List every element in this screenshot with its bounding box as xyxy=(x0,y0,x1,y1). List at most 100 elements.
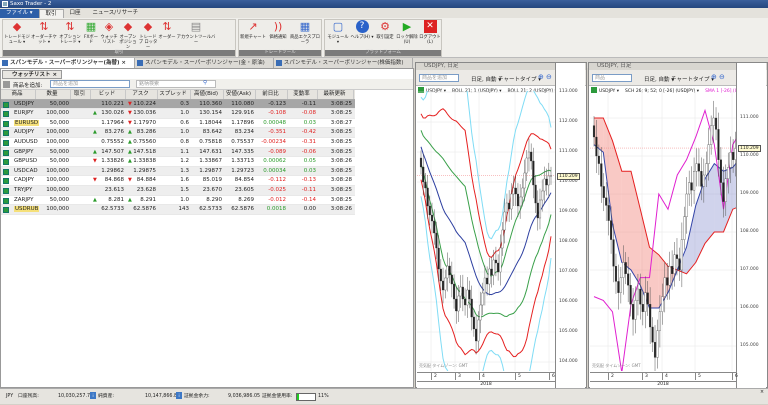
table-row[interactable]: AUDUSD 100,000 0.75552 0.75560 0.8 0.75818 0.7… xyxy=(1,138,355,148)
ribbon-button-order[interactable]: ⇅ オーダー xyxy=(158,20,176,40)
candle xyxy=(430,214,434,222)
table-row[interactable]: GBPJPY 50,000 147.507 147.518 1.1 147.631 147.… xyxy=(1,147,355,158)
table-row[interactable]: CADJPY 100,000 84.868 84.884 1.6 85.019 84.854… xyxy=(1,176,355,186)
table-row[interactable]: GBPUSD 50,000 1.33826 1.33838 1.2 1.33867 1.33… xyxy=(1,157,355,167)
zoom-out-icon[interactable]: ⊖ xyxy=(719,73,725,81)
ribbon-button-instrument-explorer[interactable]: ▦ 商品エクスプローラ xyxy=(290,20,320,45)
column-header[interactable]: 商品 xyxy=(1,90,36,99)
trade-icon[interactable] xyxy=(3,187,9,194)
column-header[interactable]: 最新更新 xyxy=(318,90,354,99)
trade-icon[interactable] xyxy=(3,130,9,137)
chart-type-dropdown[interactable]: チャートタイプ ▾ xyxy=(671,75,714,83)
x-tick-label: 4 xyxy=(665,374,668,379)
close-icon[interactable]: × xyxy=(760,385,764,401)
column-header[interactable]: アスク xyxy=(126,90,158,99)
menu-news[interactable]: ニュース/リサーチ xyxy=(87,9,145,18)
ribbon-button-trade-settings[interactable]: ⚙ 取引設定 xyxy=(374,20,396,40)
chart-search-input[interactable]: 商品 xyxy=(592,74,632,82)
ribbon-button-trade-module[interactable]: ◆ トレードモジュール ▾ xyxy=(4,20,30,45)
table-row[interactable]: AUDJPY 100,000 83.276 83.286 1.0 83.642 83.234… xyxy=(1,128,355,138)
info-icon[interactable]: i xyxy=(90,392,96,399)
column-header[interactable]: 変動率 xyxy=(288,90,318,99)
cell-low: 8.269 xyxy=(238,196,254,203)
column-header[interactable]: 前日比 xyxy=(256,90,288,99)
ribbon-button-unlock[interactable]: ▶ ロック解除(U) xyxy=(396,20,418,45)
chart-search-input[interactable]: 商品を追加 xyxy=(419,74,459,82)
ribbon-button-order-ticket[interactable]: ⇅ オーダーチケット ▾ xyxy=(30,20,58,45)
ribbon-button-chart[interactable]: ↗ 新規チャート xyxy=(240,20,266,40)
column-header[interactable]: 高値(Bid) xyxy=(191,90,224,99)
ribbon-button-fx-board[interactable]: ▦ FXボード xyxy=(82,20,100,45)
grid-menu-icon[interactable] xyxy=(3,81,10,88)
zoom-out-icon[interactable]: ⊖ xyxy=(546,73,552,81)
candle xyxy=(461,286,464,300)
column-header[interactable]: 取引 xyxy=(71,90,91,99)
ribbon-button-option-trade[interactable]: ⇅ オプショントレード ▾ xyxy=(58,20,82,45)
close-tab-icon[interactable]: × xyxy=(121,60,126,66)
doc-tab-index[interactable]: スパンモデル・スーパーボリンジャー(株価指数) xyxy=(274,58,413,68)
add-instrument-input[interactable]: 商品を追加 xyxy=(50,80,130,88)
candle xyxy=(479,304,482,321)
ribbon-button-trade-blotter[interactable]: ◆ トレードブ ロッター xyxy=(138,20,158,50)
trade-icon[interactable] xyxy=(3,178,9,185)
ribbon-button-price-alert[interactable]: )) 価格通知 xyxy=(266,20,290,40)
table-row[interactable]: USDJPY 50,000 110.221 110.224 0.3 110.360 110.… xyxy=(1,99,355,110)
y-tick-label: 105.000 xyxy=(559,329,578,334)
candle xyxy=(514,187,517,195)
candle xyxy=(729,152,732,168)
order-icon: ⇅ xyxy=(162,20,172,33)
trade-icon[interactable] xyxy=(3,120,9,127)
table-row[interactable]: USDRUB 100,000 62.5733 62.5876 143 62.5733 62.… xyxy=(1,205,355,215)
zoom-in-icon[interactable]: ⊕ xyxy=(711,73,717,81)
filter-search-icon[interactable]: ⚲ xyxy=(203,80,207,86)
trade-icon[interactable] xyxy=(3,197,9,204)
doc-tab-gold-oil[interactable]: スパンモデル・スーパーボリンジャー(金・原油) xyxy=(135,58,274,68)
trade-icon[interactable] xyxy=(3,168,9,175)
table-row[interactable]: EURUSD 50,000 1.17964 1.17970 0.6 1.18044 1.17… xyxy=(1,119,355,129)
candle xyxy=(477,319,480,342)
watchlist-tab[interactable]: ウォッチリスト × xyxy=(2,70,62,79)
menu-account[interactable]: 口座 xyxy=(64,9,87,18)
cell-high: 8.290 xyxy=(206,196,222,203)
column-header[interactable]: ビッド xyxy=(91,90,126,99)
close-icon[interactable]: × xyxy=(52,72,57,78)
logout-icon: ✕ xyxy=(423,20,437,33)
column-header[interactable]: 安値(Ask) xyxy=(224,90,256,99)
symbol: AUDJPY xyxy=(14,129,35,136)
candle xyxy=(690,182,693,191)
table-row[interactable]: USDCAD 100,000 1.29862 1.29875 1.3 1.29877 1.2… xyxy=(1,166,355,177)
table-row[interactable]: EURJPY 100,000 130.026 130.036 1.0 130.154 129… xyxy=(1,109,355,119)
trade-icon[interactable] xyxy=(3,139,9,146)
candle xyxy=(481,292,484,306)
x-tick-label: 5 xyxy=(698,374,701,379)
price-up-icon: ▲ xyxy=(128,148,132,155)
table-row[interactable]: TRYJPY 100,000 23.613 23.628 1.5 23.670 23.605… xyxy=(1,185,355,196)
cell-pct: 0.03 xyxy=(303,167,316,174)
price-down-icon: ▼ xyxy=(128,110,132,117)
column-header[interactable]: 数量 xyxy=(36,90,71,99)
ribbon-button-account-toolbar[interactable]: ▤ アカウントツールバー xyxy=(176,20,216,45)
column-header[interactable]: スプレッド xyxy=(158,90,191,99)
ribbon-button-module[interactable]: ▢ モジュール ▾ xyxy=(326,20,350,45)
instrument-explorer-icon: ▦ xyxy=(299,20,311,33)
trade-icon[interactable] xyxy=(3,149,9,156)
ribbon-button-open-position[interactable]: ◆ オープン ポジション xyxy=(118,20,138,50)
ribbon-button-watchlist[interactable]: ◈ ウォッチリスト xyxy=(100,20,118,45)
trade-icon[interactable] xyxy=(3,207,9,214)
menu-file[interactable]: ファイル ▾ xyxy=(0,9,39,18)
candle xyxy=(545,178,548,186)
table-row[interactable]: ZARJPY 50,000 8.281 8.291 1.0 8.290 8.269 -0.01… xyxy=(1,196,355,206)
trade-icon[interactable] xyxy=(3,159,9,166)
doc-tab-fx[interactable]: スパンモデル・スーパーボリンジャー(為替) × xyxy=(0,58,136,68)
zoom-in-icon[interactable]: ⊕ xyxy=(538,73,544,81)
chart-type-dropdown[interactable]: チャートタイプ ▾ xyxy=(498,75,541,83)
trade-icon[interactable] xyxy=(3,101,9,108)
period-dropdown[interactable]: 日足, 自動 ▾ xyxy=(644,75,674,83)
info-icon[interactable]: i xyxy=(176,392,182,399)
ribbon-button-help[interactable]: ? ヘルプ(H) ▾ xyxy=(350,20,374,40)
menu-trade[interactable]: 取引 xyxy=(38,9,64,18)
trade-icon[interactable] xyxy=(3,111,9,118)
ribbon-button-logout[interactable]: ✕ ログアウト(L) xyxy=(418,20,442,45)
period-dropdown[interactable]: 日足, 自動 ▾ xyxy=(471,75,501,83)
x-tick xyxy=(455,373,456,380)
